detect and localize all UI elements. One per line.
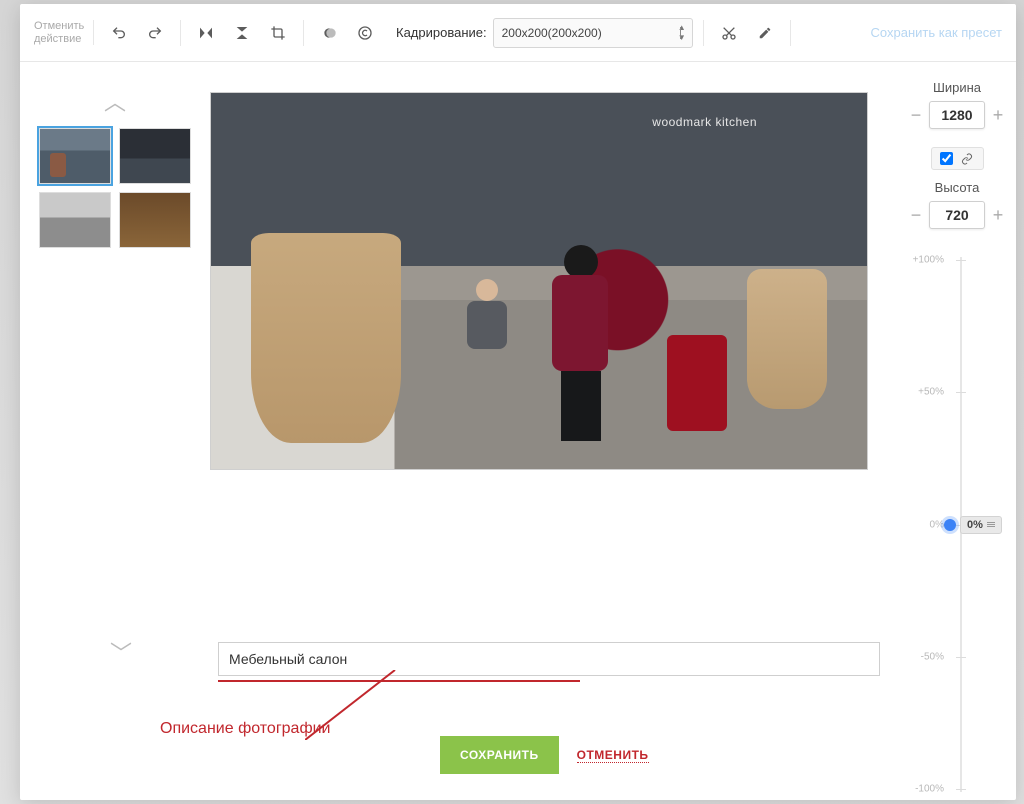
caption-scroll-down-icon[interactable]: ﹀ [110,636,132,668]
editor-body: ︿ Ширина − [20,62,1016,800]
dimensions-panel: Ширина − + Высота − + [898,62,1016,800]
thumbnail-column: ︿ [20,62,210,800]
slider-tick [956,260,966,261]
caption-row [218,642,880,676]
save-as-preset-link[interactable]: Сохранить как пресет [871,25,1002,40]
thumbnail-3[interactable] [39,192,111,248]
slider-value-badge: 0% [960,516,1002,534]
redo-icon[interactable] [140,18,170,48]
image-editor-window: Отменить действие Кадрирование: 200x200(… [20,4,1016,800]
toolbar: Отменить действие Кадрирование: 200x200(… [20,4,1016,62]
thumbnail-1[interactable] [39,128,111,184]
slider-label-100p: +100% [913,255,944,266]
slider-tick [956,657,966,658]
toolbar-separator [303,20,304,46]
flip-horizontal-icon[interactable] [191,18,221,48]
image-preview[interactable] [210,92,868,470]
crop-preset-select[interactable]: 200x200(200x200) ▲▼ [493,18,693,48]
slider-label-50p: +50% [918,387,944,398]
photo-description-input[interactable] [218,642,880,676]
zoom-slider[interactable]: +100% +50% 0% -50% -100% 0% [922,249,992,800]
toolbar-separator [703,20,704,46]
select-arrows-icon: ▲▼ [678,23,686,43]
cancel-button[interactable]: ОТМЕНИТЬ [577,748,649,763]
edit-icon[interactable] [750,18,780,48]
copyright-icon[interactable] [350,18,380,48]
height-decrease-button[interactable]: − [907,203,925,227]
save-button[interactable]: СОХРАНИТЬ [440,736,559,774]
crop-icon[interactable] [263,18,293,48]
width-decrease-button[interactable]: − [907,103,925,127]
footer-buttons: СОХРАНИТЬ ОТМЕНИТЬ [440,736,649,774]
undo-action-label[interactable]: Отменить действие [34,20,94,45]
thumbnails-scroll-up-icon[interactable]: ︿ [104,92,126,114]
preview-scene [211,93,867,469]
link-icon [959,153,975,165]
height-input[interactable] [929,201,985,229]
slider-tick [956,789,966,790]
annotation-text: Описание фотографии [160,720,331,738]
slider-handle-icon [944,519,956,531]
slider-label-0: 0% [930,519,944,530]
height-increase-button[interactable]: + [989,203,1007,227]
width-group: Ширина − + [907,80,1007,129]
annotation-underline [218,680,580,682]
slider-label-m100: -100% [915,783,944,794]
toolbar-separator [790,20,791,46]
crop-preset-value: 200x200(200x200) [502,26,602,40]
blur-icon[interactable] [314,18,344,48]
grip-icon [987,522,995,527]
slider-value: 0% [967,519,983,531]
slider-label-m50: -50% [921,651,944,662]
height-group: Высота − + [907,180,1007,229]
preview-column [210,62,898,800]
aspect-lock-checkbox[interactable] [940,152,953,165]
flip-vertical-icon[interactable] [227,18,257,48]
slider-thumb[interactable]: 0% [944,516,1002,534]
width-input[interactable] [929,101,985,129]
undo-icon[interactable] [104,18,134,48]
thumbnail-grid [39,128,191,248]
cut-icon[interactable] [714,18,744,48]
aspect-lock-row[interactable] [931,147,984,170]
thumbnail-4[interactable] [119,192,191,248]
width-increase-button[interactable]: + [989,103,1007,127]
height-label: Высота [935,180,980,195]
thumbnail-2[interactable] [119,128,191,184]
crop-label: Кадрирование: [396,25,487,40]
width-label: Ширина [933,80,981,95]
toolbar-separator [180,20,181,46]
slider-tick [956,392,966,393]
